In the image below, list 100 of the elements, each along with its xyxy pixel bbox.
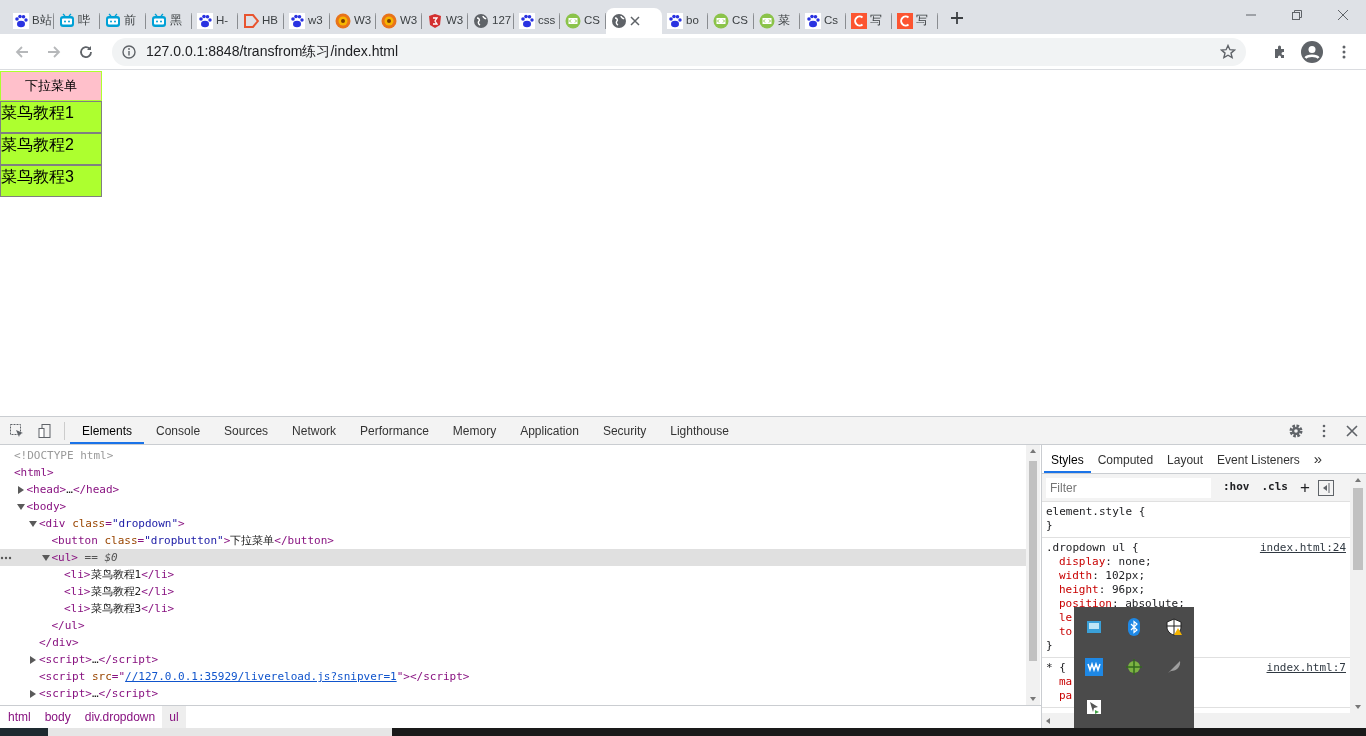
dom-node-line[interactable]: </div> xyxy=(39,634,79,651)
cls-text[interactable]: .cls xyxy=(1261,479,1288,496)
browser-tab[interactable]: 前 xyxy=(100,8,146,34)
dom-node-line[interactable]: <body> xyxy=(26,498,67,515)
styles-tab[interactable]: Styles xyxy=(1044,446,1091,473)
star-icon[interactable] xyxy=(1220,43,1236,60)
add-rule-button[interactable]: + xyxy=(1300,474,1310,501)
devtools-tab[interactable]: Network xyxy=(280,417,349,444)
address-bar[interactable]: 127.0.0.1:8848/transfrom练习/index.html xyxy=(112,37,1246,66)
breadcrumb[interactable]: ul xyxy=(162,706,186,728)
shield-warning-icon[interactable] xyxy=(1165,618,1183,636)
paw-icon xyxy=(13,13,29,29)
styles-tab[interactable]: Computed xyxy=(1090,446,1161,473)
dom-node-line[interactable]: <script>…</script> xyxy=(39,685,159,702)
scrollbar[interactable] xyxy=(1026,445,1040,705)
browser-tab[interactable]: W3 xyxy=(422,8,468,34)
dom-node-line[interactable]: <li>菜鸟教程1</li> xyxy=(64,566,175,583)
script-link[interactable]: //127.0.0.1:35929/livereload.js?snipver=1 xyxy=(125,670,397,683)
devtools-tab[interactable]: Lighthouse xyxy=(658,417,741,444)
browser-tab[interactable]: B站 xyxy=(8,8,54,34)
back-icon xyxy=(14,43,30,60)
source-link[interactable]: index.html:24 xyxy=(1259,541,1346,555)
new-tab-icon[interactable] xyxy=(950,11,964,25)
dots-icon xyxy=(0,555,12,560)
code-icon xyxy=(565,13,581,29)
collapse-arrow-icon[interactable] xyxy=(16,502,25,511)
closing-brace: } xyxy=(1046,639,1054,653)
expand-arrow-icon[interactable] xyxy=(29,689,37,698)
dom-node-line[interactable]: <ul> == $0 xyxy=(51,549,118,566)
lion-icon xyxy=(381,13,397,29)
sidebar-toggle-icon[interactable] xyxy=(1317,479,1334,496)
expand-arrow-icon[interactable] xyxy=(16,485,25,494)
devtools-tab[interactable]: Application xyxy=(508,417,591,444)
browser-tab[interactable]: 哔 xyxy=(54,8,100,34)
browser-tab[interactable]: 写 xyxy=(892,8,938,34)
scrollbar-thumb[interactable] xyxy=(1353,488,1363,570)
browser-tab[interactable]: 127 xyxy=(468,8,514,34)
cursor-icon[interactable] xyxy=(1085,698,1103,716)
monitor-icon[interactable] xyxy=(1085,618,1103,636)
breadcrumb[interactable]: div.dropdown xyxy=(77,706,163,728)
wave-icon[interactable] xyxy=(1085,658,1103,676)
scrollbar[interactable] xyxy=(1350,474,1366,713)
collapse-arrow-icon[interactable] xyxy=(41,553,50,562)
devtools-tab[interactable]: Elements xyxy=(70,417,145,444)
dom-node-line[interactable]: <button class="dropbutton">下拉菜单</button> xyxy=(51,532,334,549)
filter-field[interactable]: Filter xyxy=(1046,477,1211,498)
devtools-tab[interactable]: Console xyxy=(144,417,213,444)
devtools-tab[interactable]: Sources xyxy=(212,417,281,444)
forward-icon xyxy=(46,43,62,60)
browser-tab[interactable]: css xyxy=(514,8,560,34)
dom-node-line[interactable]: <div class="dropdown"> xyxy=(39,515,185,532)
menu-item[interactable]: 菜鸟教程3 xyxy=(0,165,102,197)
browser-tab[interactable] xyxy=(606,8,662,34)
browser-tab[interactable]: Cs xyxy=(800,8,846,34)
dom-node-line[interactable]: <html> xyxy=(14,464,54,481)
crosshair-icon[interactable] xyxy=(1125,658,1143,676)
dom-node-line[interactable]: <head>…</head> xyxy=(26,481,120,498)
close-icon[interactable] xyxy=(1338,10,1348,20)
bluetooth-icon[interactable] xyxy=(1125,618,1143,636)
dom-node-line[interactable]: <script src="//127.0.0.1:35929/livereload.js?snipver=1"></script> xyxy=(39,668,470,685)
c-icon xyxy=(851,13,867,29)
menu-item[interactable]: 菜鸟教程2 xyxy=(0,133,102,165)
source-link[interactable]: index.html:7 xyxy=(1266,661,1346,675)
browser-tab[interactable]: H- xyxy=(192,8,238,34)
restore-icon[interactable] xyxy=(1292,10,1302,20)
browser-tab[interactable]: 写 xyxy=(846,8,892,34)
menu-item[interactable]: 菜鸟教程1 xyxy=(0,101,102,133)
paw-icon xyxy=(519,13,535,29)
devtools-tab[interactable]: Memory xyxy=(440,417,509,444)
browser-tab[interactable]: CS xyxy=(708,8,754,34)
browser-tab[interactable]: w3 xyxy=(284,8,330,34)
dom-node-line[interactable]: </ul> xyxy=(51,617,85,634)
more-tabs-button[interactable]: » xyxy=(1306,446,1330,473)
breadcrumb[interactable]: body xyxy=(37,706,78,728)
lion-icon xyxy=(335,13,351,29)
play-icon xyxy=(243,13,259,29)
profile-icon xyxy=(1301,40,1323,63)
close-icon[interactable] xyxy=(630,16,640,26)
expand-arrow-icon[interactable] xyxy=(29,655,37,664)
devtools-tab[interactable]: Performance xyxy=(348,417,441,444)
browser-tab[interactable]: W3 xyxy=(330,8,376,34)
browser-tab[interactable]: 黑 xyxy=(146,8,192,34)
browser-tab[interactable]: W3 xyxy=(376,8,422,34)
scrollbar-thumb[interactable] xyxy=(1029,461,1037,661)
browser-tab[interactable]: HB xyxy=(238,8,284,34)
browser-tab[interactable]: 菜 xyxy=(754,8,800,34)
styles-tab[interactable]: Event Listeners xyxy=(1210,446,1307,473)
collapse-arrow-icon[interactable] xyxy=(29,519,37,528)
css-selector: .dropdown ul { xyxy=(1046,541,1139,555)
dom-node-line[interactable]: <script>…</script> xyxy=(39,651,159,668)
hov-text[interactable]: :hov xyxy=(1223,479,1250,496)
dom-node-line[interactable]: <li>菜鸟教程2</li> xyxy=(64,583,175,600)
dropdown-button[interactable]: 下拉菜单 xyxy=(0,71,102,101)
browser-tab[interactable]: CS xyxy=(560,8,606,34)
css-declaration: to xyxy=(1059,625,1073,639)
styles-tab[interactable]: Layout xyxy=(1160,446,1211,473)
devtools-tab[interactable]: Security xyxy=(590,417,659,444)
browser-tab[interactable]: bo xyxy=(662,8,708,34)
dom-node-line[interactable]: <li>菜鸟教程3</li> xyxy=(64,600,175,617)
breadcrumb[interactable]: html xyxy=(1,706,38,728)
